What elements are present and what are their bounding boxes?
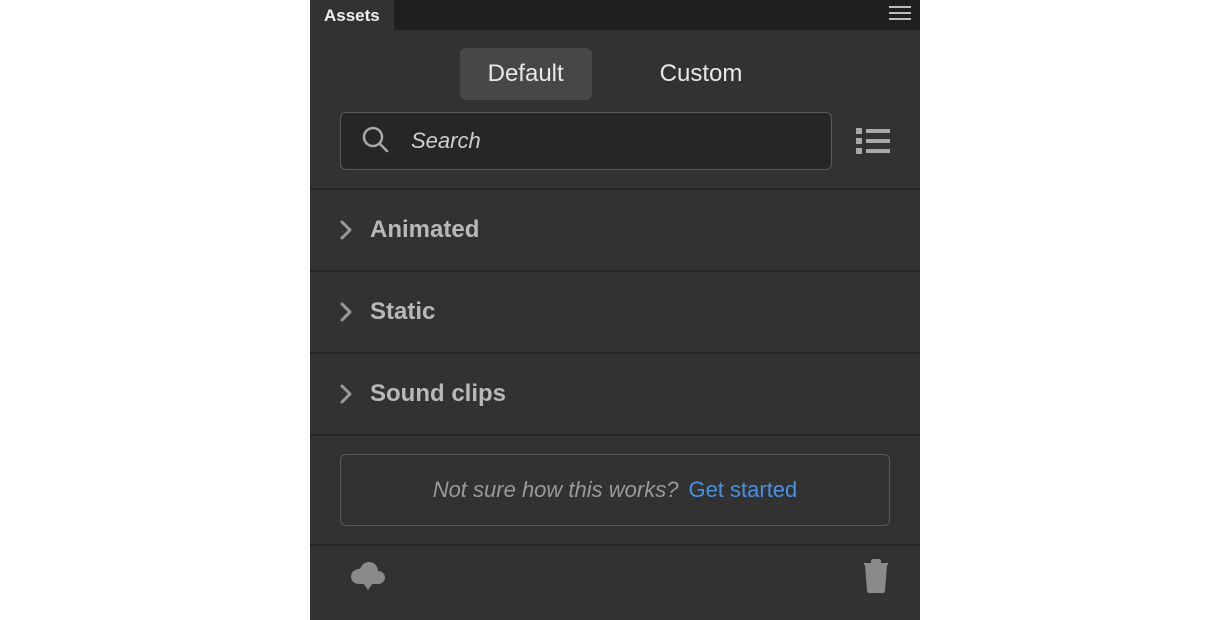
- category-sound-clips[interactable]: Sound clips: [310, 354, 920, 436]
- tab-default[interactable]: Default: [460, 48, 592, 100]
- category-label: Animated: [370, 216, 479, 244]
- search-icon: [361, 125, 389, 158]
- chevron-right-icon: [338, 382, 354, 406]
- category-static[interactable]: Static: [310, 272, 920, 354]
- panel-menu-button[interactable]: [880, 0, 920, 30]
- cloud-download-icon: [350, 561, 386, 591]
- tab-default-label: Default: [488, 60, 564, 87]
- category-label: Static: [370, 298, 435, 326]
- chevron-right-icon: [338, 300, 354, 324]
- tab-custom[interactable]: Custom: [632, 48, 771, 100]
- hamburger-icon: [889, 5, 911, 26]
- list-view-icon: [856, 126, 890, 156]
- category-animated[interactable]: Animated: [310, 190, 920, 272]
- panel-title-tab[interactable]: Assets: [310, 0, 394, 30]
- mode-tabs: Default Custom: [310, 30, 920, 112]
- assets-panel: Assets Default Custom: [310, 0, 920, 620]
- search-input[interactable]: [409, 127, 811, 155]
- category-label: Sound clips: [370, 380, 506, 408]
- help-section: Not sure how this works? Get started: [310, 436, 920, 546]
- panel-title: Assets: [324, 6, 380, 26]
- help-prompt: Not sure how this works?: [433, 477, 679, 503]
- panel-header: Assets: [310, 0, 920, 30]
- cloud-download-button[interactable]: [350, 561, 386, 591]
- panel-footer: [310, 546, 920, 606]
- tab-custom-label: Custom: [660, 60, 743, 87]
- list-view-button[interactable]: [856, 126, 890, 156]
- trash-icon: [862, 559, 890, 593]
- chevron-right-icon: [338, 218, 354, 242]
- get-started-link[interactable]: Get started: [688, 477, 797, 503]
- header-spacer: [394, 0, 880, 30]
- help-box: Not sure how this works? Get started: [340, 454, 890, 526]
- category-list: Animated Static Sound clips: [310, 188, 920, 436]
- delete-button[interactable]: [862, 559, 890, 593]
- search-box[interactable]: [340, 112, 832, 170]
- search-row: [310, 112, 920, 188]
